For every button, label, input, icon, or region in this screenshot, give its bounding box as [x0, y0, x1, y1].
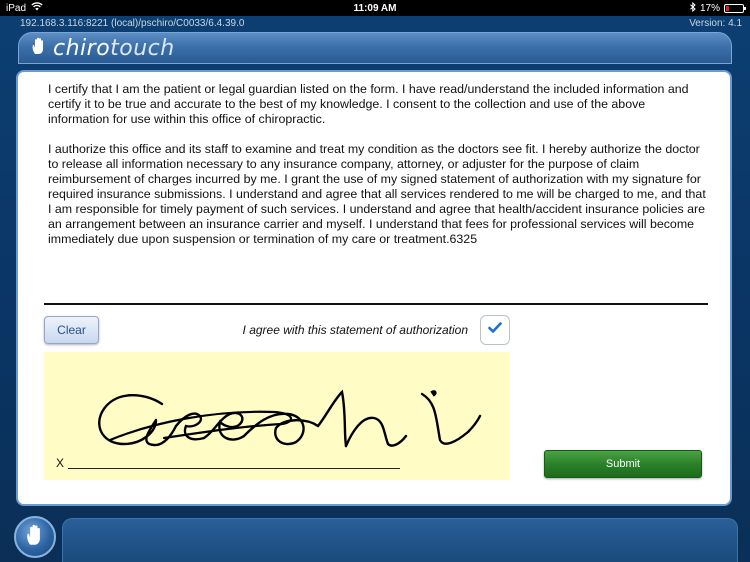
signature-x-label: X: [56, 456, 65, 470]
statement-paragraph-2: I authorize this office and its staff to…: [48, 142, 706, 246]
server-path: 192.168.3.116:8221 (local)/pschiro/C0033…: [20, 17, 245, 29]
checkmark-icon: [488, 321, 502, 339]
battery-icon: [723, 3, 746, 13]
ios-status-bar: iPad 11:09 AM 17%: [0, 0, 750, 16]
app-header: chirotouch: [18, 32, 732, 64]
signature-pad[interactable]: X: [44, 352, 510, 480]
app-version: Version: 4.1: [689, 17, 742, 29]
hand-home-icon: [25, 524, 45, 551]
battery-fill: [725, 5, 729, 11]
logo-chiro: chiro: [53, 35, 111, 61]
agree-label: I agree with this statement of authoriza…: [242, 323, 468, 337]
clear-button[interactable]: Clear: [44, 316, 99, 344]
signature-line: [68, 468, 400, 469]
logo-touch: touch: [110, 35, 175, 61]
home-button[interactable]: [14, 516, 56, 558]
hand-logo-icon: [31, 37, 47, 60]
wifi-icon: [31, 2, 43, 14]
bluetooth-icon: [690, 1, 696, 15]
authorization-statement: I certify that I am the patient or legal…: [48, 82, 708, 262]
statement-paragraph-1: I certify that I am the patient or legal…: [48, 82, 689, 126]
signature-drawing: [98, 389, 482, 448]
agree-checkbox[interactable]: [480, 315, 510, 345]
authorization-panel: I certify that I am the patient or legal…: [16, 70, 732, 506]
device-name: iPad: [6, 2, 27, 14]
bottom-toolbar: [0, 514, 750, 562]
bottom-tab-bar: [62, 518, 738, 562]
battery-percent: 17%: [699, 2, 720, 14]
chirotouch-logo: chirotouch: [53, 36, 175, 61]
status-time: 11:09 AM: [353, 2, 397, 14]
server-info-bar: 192.168.3.116:8221 (local)/pschiro/C0033…: [0, 16, 750, 30]
submit-button[interactable]: Submit: [544, 450, 702, 478]
statement-divider: [44, 303, 708, 305]
